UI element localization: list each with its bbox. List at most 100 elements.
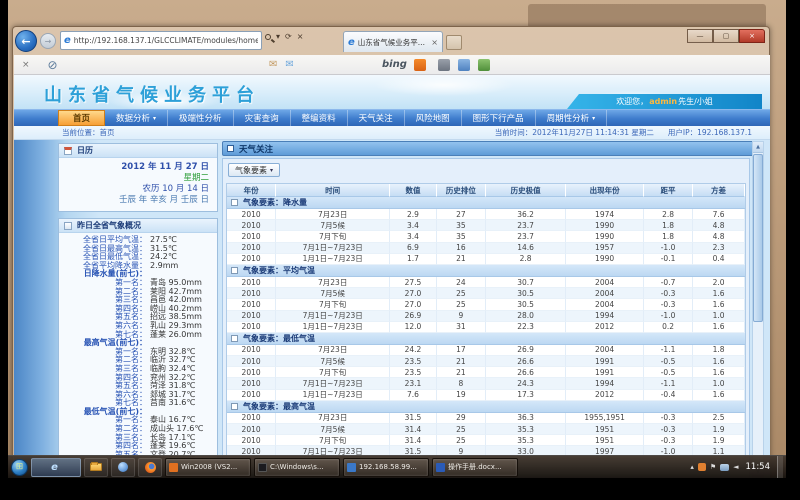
maximize-button[interactable]: ▢ bbox=[713, 29, 739, 43]
table-cell: -0.3 bbox=[644, 413, 693, 424]
stop-icon[interactable]: × bbox=[297, 33, 304, 41]
table-cell: 1991 bbox=[566, 367, 644, 378]
close-toolbar-icon[interactable]: × bbox=[22, 60, 30, 70]
forward-button[interactable]: → bbox=[40, 33, 56, 49]
action-center-flag-icon[interactable]: ⚑ bbox=[710, 463, 716, 471]
table-cell: 1991 bbox=[566, 356, 644, 367]
table-row: 20107月下旬23.52126.61991-0.51.6 bbox=[227, 367, 745, 378]
nav-item-3[interactable]: 灾害查询 bbox=[234, 110, 291, 126]
network-icon[interactable] bbox=[720, 464, 729, 471]
table-cell: 8 bbox=[437, 378, 486, 389]
welcome-banner: 欢迎您， admin 先生/小姐 bbox=[567, 94, 762, 109]
table-cell: 1.9 bbox=[693, 424, 745, 435]
table-row: 20101月1日~7月23日1.7212.81990-0.10.4 bbox=[227, 254, 745, 265]
table-cell: 25 bbox=[437, 288, 486, 299]
table-header-row: 年份时间数值历史排位历史极值出现年份距平方差 bbox=[227, 184, 745, 197]
show-desktop-button[interactable] bbox=[777, 456, 783, 479]
table-cell: 7月1日~7月23日 bbox=[276, 378, 390, 389]
taskbar-explorer-button[interactable] bbox=[84, 458, 108, 477]
section-checkbox[interactable] bbox=[231, 199, 238, 206]
new-tab-button[interactable] bbox=[446, 35, 462, 50]
nav-item-label: 极端性分析 bbox=[179, 112, 222, 124]
taskbar-task-button-1[interactable]: C:\Windows\s... bbox=[254, 458, 340, 477]
table-cell: 2010 bbox=[227, 220, 276, 231]
compatibility-icon[interactable]: ⊘ bbox=[48, 59, 58, 71]
panel-icon bbox=[227, 145, 234, 152]
camera-icon[interactable] bbox=[438, 59, 450, 71]
taskbar-clock[interactable]: 11:54 bbox=[746, 462, 771, 472]
share-icon[interactable] bbox=[478, 59, 490, 71]
section-checkbox[interactable] bbox=[231, 267, 238, 274]
table-cell: 2010 bbox=[227, 435, 276, 446]
accelerator-icon[interactable] bbox=[414, 59, 426, 71]
nav-item-4[interactable]: 整编资料 bbox=[291, 110, 348, 126]
calendar-line-3: 壬辰 年 辛亥 月 壬辰 日 bbox=[59, 195, 209, 206]
table-cell: 1.8 bbox=[693, 345, 745, 356]
tray-expand-icon[interactable]: ▴ bbox=[690, 463, 694, 471]
table-cell: 1990 bbox=[566, 231, 644, 242]
table-row: 20101月1日~7月23日7.61917.32012-0.41.6 bbox=[227, 390, 745, 401]
send-icon[interactable]: ✉ bbox=[285, 59, 293, 70]
volume-icon[interactable]: ◄ bbox=[733, 463, 738, 471]
start-button[interactable]: ⊞ bbox=[11, 459, 28, 476]
taskbar-task-button-3[interactable]: 操作手册.docx... bbox=[432, 458, 518, 477]
taskbar-firefox-button[interactable] bbox=[138, 458, 162, 477]
back-button[interactable]: ← bbox=[15, 30, 37, 52]
tab-close-icon[interactable]: × bbox=[431, 38, 438, 47]
search-icon[interactable] bbox=[265, 34, 271, 40]
chevron-down-icon[interactable]: ▾ bbox=[276, 33, 280, 41]
table-cell: -0.5 bbox=[644, 367, 693, 378]
nav-item-1[interactable]: 数据分析▾ bbox=[105, 110, 168, 126]
nav-item-7[interactable]: 图形下行产品 bbox=[462, 110, 536, 126]
nav-item-5[interactable]: 天气关注 bbox=[348, 110, 405, 126]
mail-icon[interactable]: ✉ bbox=[269, 59, 277, 70]
notification-icon[interactable] bbox=[698, 463, 706, 471]
messenger-icon[interactable] bbox=[458, 59, 470, 71]
table-cell: 26.6 bbox=[486, 367, 566, 378]
summary-panel-title: 昨日全省气象概况 bbox=[77, 220, 141, 231]
nav-item-label: 首页 bbox=[73, 112, 90, 124]
table-cell: 21 bbox=[437, 254, 486, 265]
table-cell: 12.0 bbox=[390, 322, 437, 333]
table-cell: 2010 bbox=[227, 413, 276, 424]
scroll-up-icon[interactable]: ▲ bbox=[753, 142, 763, 153]
nav-item-6[interactable]: 风险地图 bbox=[405, 110, 462, 126]
section-checkbox[interactable] bbox=[231, 403, 238, 410]
nav-item-8[interactable]: 周期性分析▾ bbox=[536, 110, 608, 126]
refresh-icon[interactable]: ⟳ bbox=[285, 33, 292, 41]
address-bar[interactable]: e http://192.168.137.1/GLCCLIMATE/module… bbox=[60, 31, 262, 50]
close-button[interactable]: × bbox=[739, 29, 765, 43]
table-cell: 30.7 bbox=[486, 277, 566, 288]
table-cell: 2010 bbox=[227, 288, 276, 299]
nav-item-2[interactable]: 极端性分析 bbox=[168, 110, 234, 126]
browser-tab[interactable]: e 山东省气候业务平... × bbox=[343, 31, 443, 52]
table-cell: 1.7 bbox=[390, 254, 437, 265]
nav-item-0[interactable]: 首页 bbox=[58, 110, 105, 126]
table-cell: 36.2 bbox=[486, 209, 566, 220]
table-cell: 19 bbox=[437, 390, 486, 401]
table-row: 20107月23日24.21726.92004-1.11.8 bbox=[227, 345, 745, 356]
taskbar-task-button-0[interactable]: Win2008 (VS2... bbox=[165, 458, 251, 477]
table-cell: 2.0 bbox=[693, 277, 745, 288]
page-scrollbar[interactable]: ▲ ▼ bbox=[752, 141, 764, 478]
table-row: 20107月1日~7月23日6.91614.61957-1.02.3 bbox=[227, 243, 745, 254]
calendar-line-1: 星期二 bbox=[59, 173, 209, 184]
element-filter-button[interactable]: 气象要素 ▾ bbox=[228, 163, 280, 177]
scrollbar-thumb[interactable] bbox=[753, 154, 763, 322]
section-checkbox[interactable] bbox=[231, 335, 238, 342]
taskbar-task-button-2[interactable]: 192.168.58.99... bbox=[343, 458, 429, 477]
column-header: 时间 bbox=[276, 184, 390, 197]
table-cell: 7月5候 bbox=[276, 220, 390, 231]
taskbar-ie-button[interactable]: e bbox=[31, 458, 81, 477]
bing-logo[interactable]: bing bbox=[382, 59, 407, 70]
table-cell: -0.7 bbox=[644, 277, 693, 288]
table-cell: 2010 bbox=[227, 378, 276, 389]
minimize-button[interactable]: — bbox=[687, 29, 713, 43]
taskbar-media-button[interactable] bbox=[111, 458, 135, 477]
filter-button-label: 气象要素 bbox=[235, 165, 267, 176]
table-cell: 26.6 bbox=[486, 356, 566, 367]
column-header: 出现年份 bbox=[566, 184, 644, 197]
url-text[interactable]: http://192.168.137.1/GLCCLIMATE/modules/… bbox=[74, 36, 258, 45]
table-cell: 35 bbox=[437, 231, 486, 242]
system-tray: ▴ ⚑ ◄ 11:54 bbox=[690, 462, 774, 472]
